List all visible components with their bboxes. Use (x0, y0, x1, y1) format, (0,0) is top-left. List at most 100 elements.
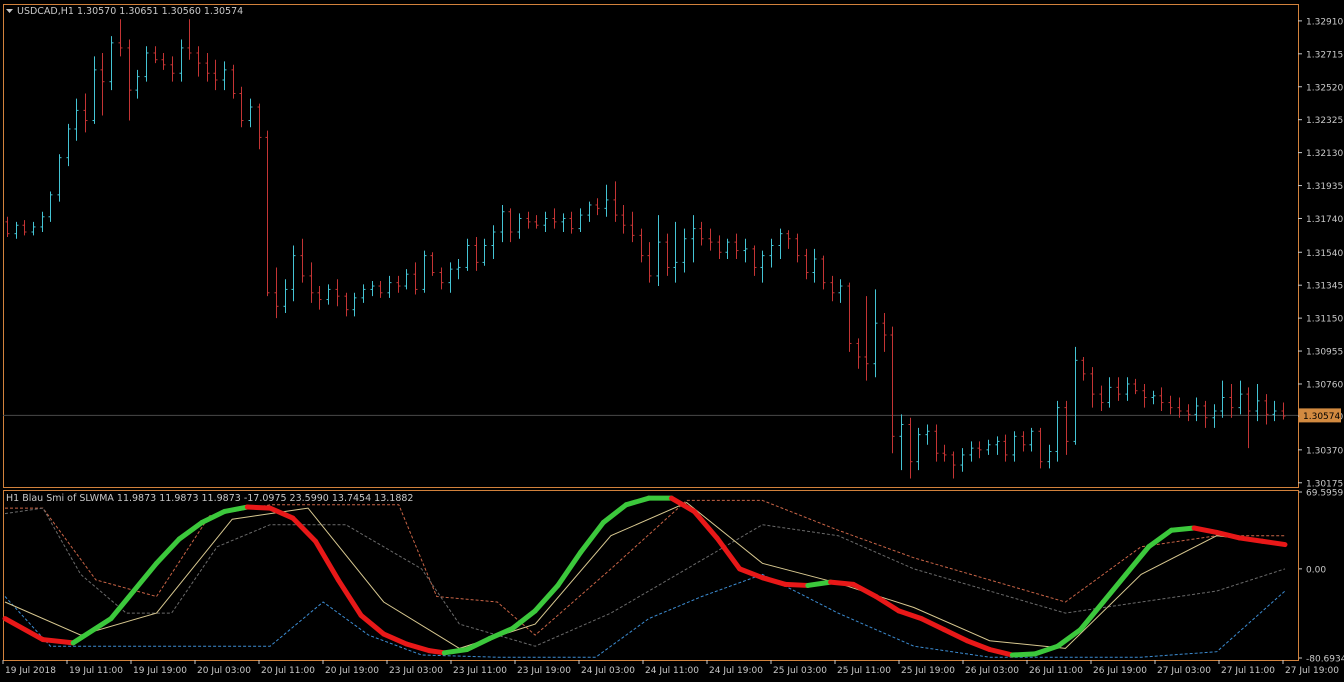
smi-segment (290, 515, 319, 544)
candle (1012, 431, 1017, 462)
candle (960, 448, 965, 472)
smi-segment (464, 635, 493, 653)
indicator-tick-label: 0.00 (1306, 565, 1326, 575)
smi-segment (108, 588, 137, 622)
candle (821, 255, 826, 290)
candle (187, 19, 192, 60)
candle (578, 208, 583, 232)
candle (1125, 377, 1130, 401)
candle (57, 154, 62, 202)
candle (40, 211, 45, 232)
candle (986, 439, 991, 455)
candle (1064, 400, 1069, 455)
candle (179, 39, 184, 82)
candle (265, 130, 270, 297)
smi-segment (941, 627, 970, 644)
candle (1021, 431, 1026, 452)
candle (74, 98, 79, 141)
smi-segment (896, 608, 924, 622)
time-tick-label: 20 Jul 03:00 (197, 666, 251, 676)
candle (127, 39, 132, 121)
candle (257, 103, 262, 150)
candle (291, 245, 296, 302)
price-tick-label: 1.32325 (1306, 116, 1343, 126)
smi-segment (1009, 651, 1038, 658)
candle (916, 427, 921, 471)
price-tick-label: 1.32715 (1306, 50, 1343, 60)
candle (795, 233, 800, 263)
candle (1081, 356, 1086, 381)
candle (665, 233, 670, 276)
candle (1073, 346, 1078, 445)
candle (274, 267, 279, 319)
candle (708, 228, 713, 251)
candle (170, 56, 175, 82)
collapse-arrow-icon[interactable] (6, 9, 13, 13)
time-tick-label: 24 Jul 03:00 (581, 666, 635, 676)
candle (48, 191, 53, 222)
candle (135, 69, 140, 99)
smi-segment (1146, 527, 1174, 550)
candle (1264, 394, 1269, 425)
time-tick-label: 27 Jul 03:00 (1157, 666, 1211, 676)
candle (1246, 387, 1251, 449)
smi-segment (441, 647, 470, 656)
price-tick-label: 1.31345 (1306, 282, 1343, 292)
chart-window: 1.32910 1.32715 1.32520 1.32325 1.32130 1.319… (2, 4, 1344, 676)
candle (413, 262, 418, 295)
candle (1038, 427, 1043, 469)
candle (153, 46, 158, 64)
candle (621, 204, 626, 234)
smi-segment (222, 504, 250, 514)
smi-segment (532, 582, 561, 614)
candle (66, 123, 71, 167)
time-tick-label: 27 Jul 19:00 (1285, 666, 1339, 676)
candle (804, 248, 809, 280)
candle (1177, 397, 1182, 418)
candle (856, 338, 861, 369)
candle (604, 184, 609, 217)
candle (326, 284, 331, 305)
smi-segment (244, 504, 273, 511)
smi-segment (805, 579, 834, 588)
candle (439, 267, 444, 290)
candle (1107, 377, 1112, 408)
smi-segment (669, 495, 697, 514)
candle (1168, 395, 1173, 415)
candle (613, 181, 618, 222)
candle (317, 286, 322, 310)
candle (361, 284, 366, 303)
candle (387, 275, 392, 298)
price-tick-label: 1.30370 (1306, 446, 1343, 456)
candle (1159, 387, 1164, 412)
candle (335, 279, 340, 307)
smi-segment (555, 549, 584, 588)
candle (482, 238, 487, 266)
current-price-label: 1.30574 (1303, 412, 1340, 422)
time-tick-label: 27 Jul 11:00 (1221, 666, 1275, 676)
smi-segment (1078, 599, 1106, 633)
candle (465, 238, 470, 271)
candle (864, 296, 869, 381)
candle (309, 262, 314, 303)
candle (908, 417, 913, 479)
time-tick-label: 23 Jul 03:00 (389, 666, 443, 676)
candle (925, 424, 930, 445)
candle (1047, 444, 1052, 469)
smi-segment (40, 637, 76, 646)
candle (1194, 397, 1199, 422)
smi-segment (335, 577, 364, 618)
candle (5, 216, 10, 238)
candle (1281, 402, 1286, 420)
candle (205, 52, 210, 82)
candle (882, 313, 887, 352)
time-tick-label: 25 Jul 03:00 (773, 666, 827, 676)
candle (934, 424, 939, 462)
candle (1220, 380, 1225, 418)
smi-segment (1168, 525, 1197, 533)
candle (118, 19, 123, 57)
candle (1003, 434, 1008, 462)
candle (534, 215, 539, 229)
candle (1238, 380, 1243, 415)
time-tick-label: 26 Jul 03:00 (965, 666, 1019, 676)
